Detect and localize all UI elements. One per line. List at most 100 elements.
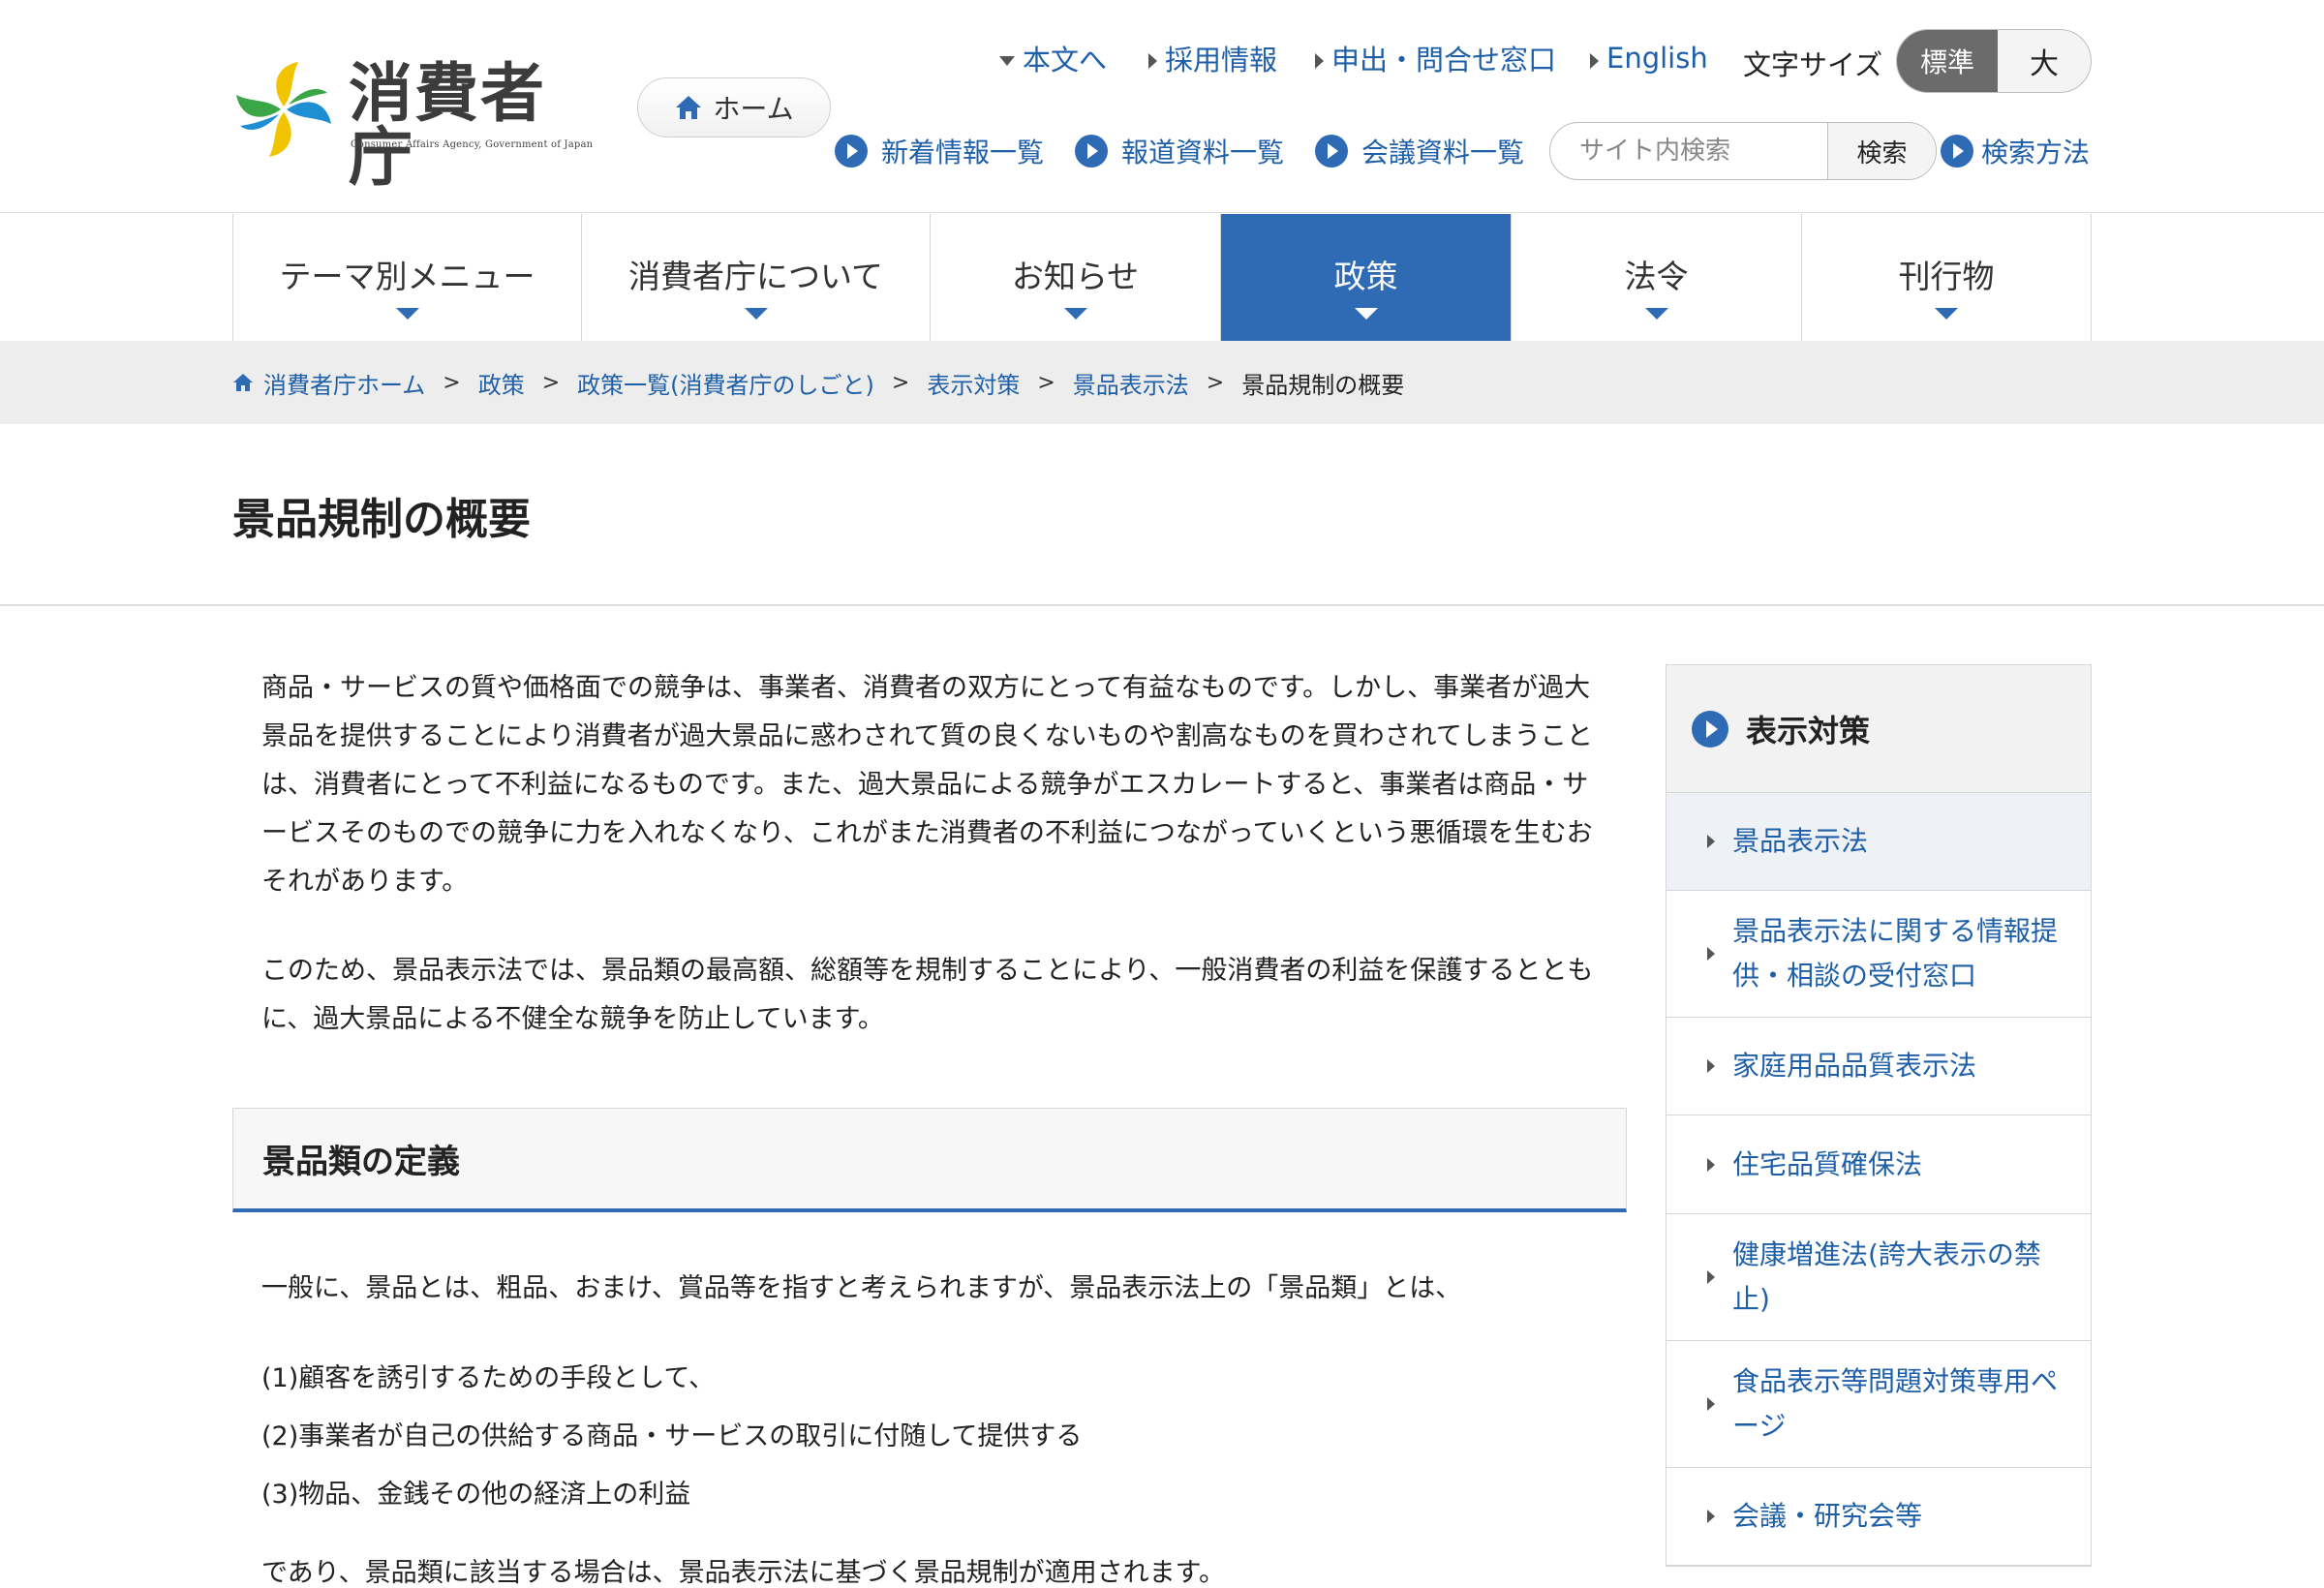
sidebar-item-label: 健康増進法(誇大表示の禁止) [1732,1238,2041,1315]
chevron-down-icon [395,308,419,320]
chevron-down-icon [1935,308,1958,320]
sidebar-heading[interactable]: 表示対策 [1667,665,2091,793]
sidebar-item-label: 家庭用品品質表示法 [1732,1050,1977,1082]
intro-paragraph: 商品・サービスの質や価格面での競争は、事業者、消費者の双方にとって有益なものです… [261,673,1593,897]
chevron-down-icon [744,308,768,320]
breadcrumb-item-home[interactable]: 消費者庁ホーム [232,366,425,400]
triangle-right-icon [1707,1510,1715,1523]
gnav-laws[interactable]: 法令 [1512,214,1802,341]
section-heading: 景品類の定義 [232,1108,1627,1212]
sidebar: 表示対策 景品表示法 景品表示法に関する情報提供・相談の受付窓口 家庭用品品質表… [1666,664,2092,1567]
gnav-label: 刊行物 [1898,257,1995,295]
breadcrumb-label: 消費者庁ホーム [263,371,426,399]
link-label: English [1606,42,1708,75]
breadcrumb-separator: > [1037,370,1055,395]
triangle-right-icon [1148,53,1157,69]
home-icon [233,374,253,391]
logo-text: 消費者庁 [349,56,546,195]
link-label: 会議資料一覧 [1361,137,1525,168]
triangle-right-icon [1707,1059,1715,1073]
link-press-list[interactable]: 報道資料一覧 [1075,132,1284,170]
triangle-right-icon [1315,53,1324,69]
gnav-about[interactable]: 消費者庁について [582,214,931,341]
breadcrumb: 消費者庁ホーム > 政策 > 政策一覧(消費者庁のしごと) > 表示対策 > 景… [232,341,1404,424]
gnav-label: 法令 [1624,257,1689,295]
font-size-large-button[interactable]: 大 [1998,30,2091,92]
chevron-down-icon [1354,308,1378,320]
gnav-policy[interactable]: 政策 [1221,214,1512,341]
sidebar-item-household-goods[interactable]: 家庭用品品質表示法 [1667,1018,2091,1115]
link-search-help[interactable]: 検索方法 [1941,132,2090,170]
breadcrumb-separator: > [541,370,561,395]
home-icon [676,96,702,119]
link-label: 検索方法 [1981,137,2091,168]
circle-arrow-icon [1941,135,1973,168]
link-label: 本文へ [1023,44,1108,76]
breadcrumb-bar: 消費者庁ホーム > 政策 > 政策一覧(消費者庁のしごと) > 表示対策 > 景… [0,341,2324,424]
home-label: ホーム [713,93,794,125]
section-after: であり、景品類に該当する場合は、景品表示法に基づく景品規制が適用されます。 [261,1558,1225,1588]
link-inquiry[interactable]: 申出・問合せ窓口 [1315,39,1556,77]
link-recruitment[interactable]: 採用情報 [1148,39,1277,77]
gnav-label: 政策 [1333,257,1398,295]
sidebar-item-label: 会議・研究会等 [1732,1500,1923,1532]
section-intro: 一般に、景品とは、粗品、おまけ、賞品等を指すと考えられますが、景品表示法上の「景… [261,1273,1462,1303]
site-logo[interactable]: 消費者庁 Consumer Affairs Agency, Government… [230,56,598,190]
breadcrumb-current: 景品規制の概要 [1241,371,1405,399]
title-divider [0,604,2324,606]
sidebar-item-premiums-act[interactable]: 景品表示法 [1667,793,2091,891]
sidebar-item-label: 景品表示法 [1732,825,1869,857]
sidebar-item-health-promotion[interactable]: 健康増進法(誇大表示の禁止) [1667,1214,2091,1341]
sidebar-item-label: 食品表示等問題対策専用ページ [1732,1365,2059,1442]
home-button[interactable]: ホーム [637,77,831,137]
triangle-right-icon [1707,947,1715,961]
site-header: 消費者庁 Consumer Affairs Agency, Government… [0,0,2324,213]
gnav-publications[interactable]: 刊行物 [1802,214,2092,341]
link-english[interactable]: English [1590,39,1708,77]
triangle-right-icon [1707,1270,1715,1284]
link-skip-to-content[interactable]: 本文へ [999,39,1107,77]
breadcrumb-item-premiums-act[interactable]: 景品表示法 [1073,366,1189,400]
main-content: 商品・サービスの質や価格面での競争は、事業者、消費者の双方にとって有益なものです… [232,664,1627,1588]
list-item: (3)物品、金銭その他の経済上の利益 [261,1480,691,1510]
link-label: 報道資料一覧 [1121,137,1285,168]
gnav-label: テーマ別メニュー [279,257,535,295]
font-size-toggle: 標準 大 [1896,29,2092,93]
link-meeting-list[interactable]: 会議資料一覧 [1315,132,1524,170]
list-item: (2)事業者が自己の供給する商品・サービスの取引に付随して提供する [261,1421,1083,1451]
search-button[interactable]: 検索 [1827,123,1936,179]
triangle-right-icon [1707,835,1715,848]
link-label: 新着情報一覧 [881,137,1045,168]
sidebar-item-label: 住宅品質確保法 [1732,1147,1923,1180]
sidebar-item-label: 景品表示法に関する情報提供・相談の受付窓口 [1732,915,2059,992]
triangle-right-icon [1590,53,1599,69]
link-label: 申出・問合せ窓口 [1331,44,1557,76]
chevron-down-icon [1644,308,1668,320]
font-size-standard-button[interactable]: 標準 [1897,30,1998,92]
definition-list: (1)顧客を誘引するための手段として、 (2)事業者が自己の供給する商品・サービ… [261,1350,1627,1524]
triangle-right-icon [1707,1157,1715,1172]
sidebar-item-meetings[interactable]: 会議・研究会等 [1667,1468,2091,1566]
global-nav: テーマ別メニュー 消費者庁について お知らせ 政策 法令 刊行物 [232,214,2092,341]
sidebar-item-food-labeling[interactable]: 食品表示等問題対策専用ページ [1667,1341,2091,1468]
search-box: 検索 [1549,122,1937,180]
link-news-list[interactable]: 新着情報一覧 [835,132,1044,170]
sidebar-item-housing-quality[interactable]: 住宅品質確保法 [1667,1115,2091,1214]
circle-arrow-icon [1315,135,1348,168]
sidebar-title: 表示対策 [1746,712,1871,749]
circle-arrow-icon [1692,710,1728,748]
logo-pinwheel-icon [236,62,331,157]
list-item: (1)顧客を誘引するための手段として、 [261,1363,716,1393]
chevron-down-icon [1063,308,1087,320]
sidebar-item-info-desk[interactable]: 景品表示法に関する情報提供・相談の受付窓口 [1667,891,2091,1018]
gnav-news[interactable]: お知らせ [931,214,1221,341]
breadcrumb-item-labeling[interactable]: 表示対策 [927,366,1020,400]
breadcrumb-item-policy-list[interactable]: 政策一覧(消費者庁のしごと) [577,366,874,400]
link-label: 採用情報 [1165,44,1278,76]
search-input[interactable] [1550,123,1827,179]
breadcrumb-item-policy[interactable]: 政策 [478,366,525,400]
logo-subtitle: Consumer Affairs Agency, Government of J… [351,139,594,150]
gnav-theme-menu[interactable]: テーマ別メニュー [233,214,582,341]
triangle-right-icon [1707,1397,1715,1411]
intro-paragraph: このため、景品表示法では、景品類の最高額、総額等を規制することにより、一般消費者… [261,956,1594,1034]
